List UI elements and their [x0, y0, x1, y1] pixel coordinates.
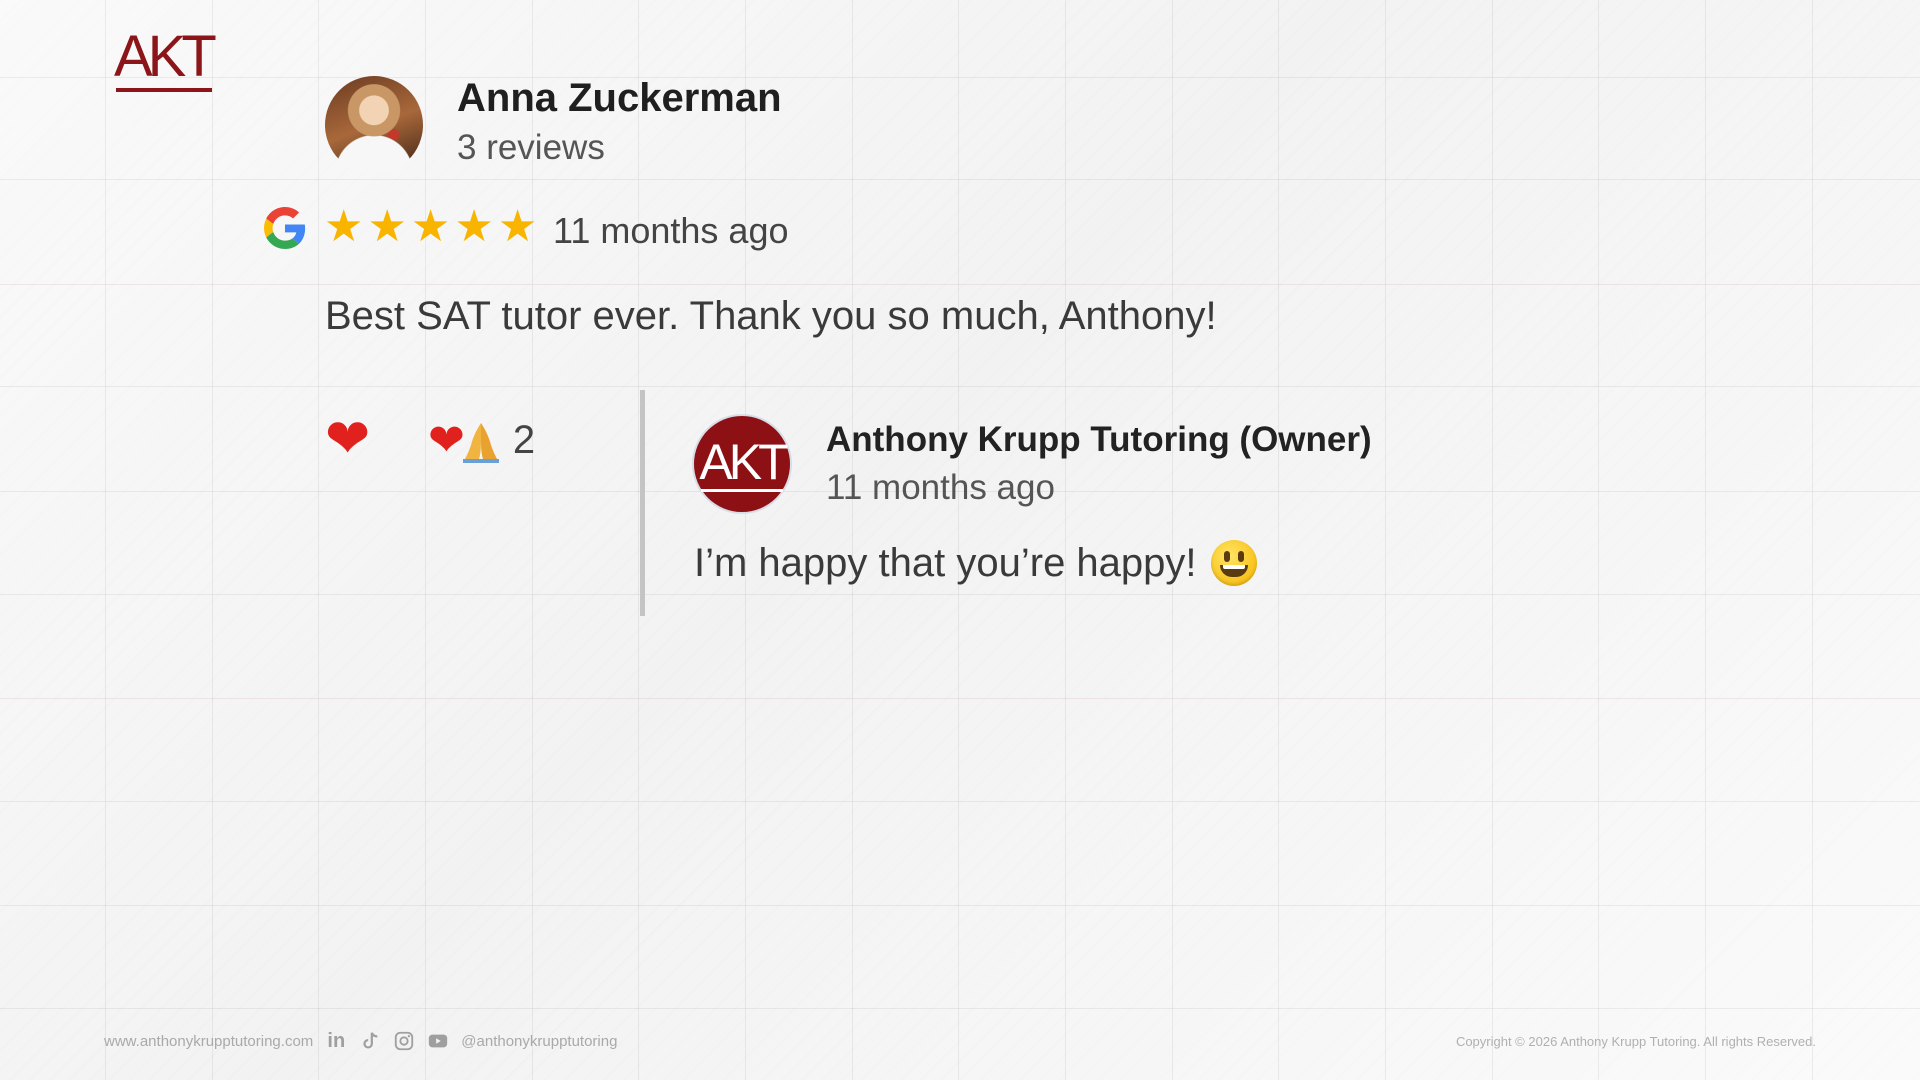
review-text: Best SAT tutor ever. Thank you so much, … — [325, 294, 1217, 338]
heart-icon[interactable]: ❤ — [325, 412, 370, 466]
folded-hands-icon — [462, 422, 499, 463]
review-date: 11 months ago — [553, 210, 789, 251]
owner-name[interactable]: Anthony Krupp Tutoring (Owner) — [826, 420, 1372, 460]
reviewer-avatar[interactable] — [325, 76, 423, 174]
footer-handle[interactable]: @anthonykrupptutoring — [461, 1033, 617, 1050]
owner-reply-text-row: I’m happy that you’re happy! — [694, 540, 1257, 586]
linkedin-icon[interactable]: in — [325, 1030, 347, 1052]
footer-left: www.anthonykrupptutoring.com in @anthony… — [104, 1030, 617, 1052]
star-icon: ★ — [324, 202, 364, 251]
footer-copyright: Copyright © 2026 Anthony Krupp Tutoring.… — [1455, 1034, 1816, 1049]
logo-text: AKT — [114, 24, 217, 89]
grinning-face-icon — [1210, 540, 1257, 586]
reaction-summary[interactable]: ❤ 2 — [428, 418, 535, 463]
google-g-icon — [264, 207, 306, 249]
star-rating: ★ ★ ★ ★ ★ — [324, 205, 537, 249]
tiktok-icon[interactable] — [359, 1030, 381, 1052]
reviewer-review-count: 3 reviews — [457, 128, 605, 167]
youtube-icon[interactable] — [427, 1030, 449, 1052]
footer-website[interactable]: www.anthonykrupptutoring.com — [104, 1033, 313, 1050]
star-icon: ★ — [497, 202, 538, 251]
star-icon: ★ — [367, 202, 407, 251]
instagram-icon[interactable] — [393, 1030, 415, 1052]
owner-avatar[interactable]: AKT — [694, 416, 790, 512]
star-icon: ★ — [454, 202, 494, 251]
owner-reply-text: I’m happy that you’re happy! — [694, 540, 1197, 585]
akt-logo: AKT — [114, 28, 217, 92]
owner-reply-date: 11 months ago — [826, 468, 1055, 507]
owner-avatar-logo: AKT — [699, 434, 789, 492]
reaction-count: 2 — [512, 418, 536, 462]
reply-divider — [640, 390, 645, 616]
reviewer-name[interactable]: Anna Zuckerman — [457, 76, 782, 121]
star-icon: ★ — [410, 202, 451, 251]
